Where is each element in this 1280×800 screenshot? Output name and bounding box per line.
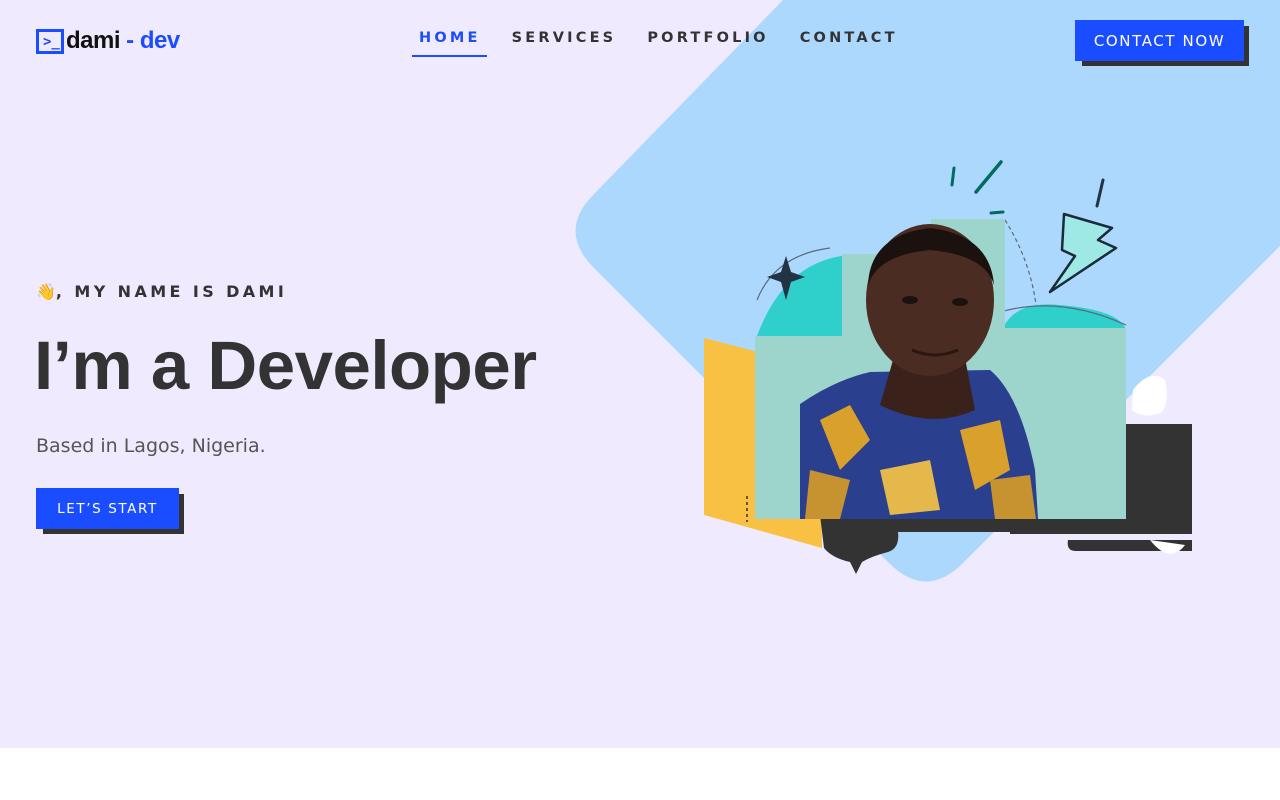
site-header: >_ dami - dev HOME SERVICES PORTFOLIO CO…: [0, 0, 1280, 82]
logo-name: dami: [66, 27, 121, 54]
waving-hand-icon: 👋: [36, 282, 56, 301]
terminal-icon: >_: [36, 28, 64, 54]
contact-now-button[interactable]: CONTACT NOW: [1075, 20, 1244, 61]
site-logo[interactable]: >_ dami - dev: [36, 26, 180, 56]
logo-suffix: - dev: [120, 27, 180, 54]
nav-item-services[interactable]: SERVICES: [505, 22, 623, 57]
nav-item-portfolio[interactable]: PORTFOLIO: [640, 22, 774, 57]
hero-location: Based in Lagos, Nigeria.: [36, 435, 266, 457]
hero-section: >_ dami - dev HOME SERVICES PORTFOLIO CO…: [0, 0, 1280, 748]
hero-headline: I’m a Developer: [34, 327, 537, 404]
greeting: 👋, MY NAME IS DAMI: [36, 282, 287, 301]
logo-text: dami - dev: [66, 27, 180, 55]
nav-item-home[interactable]: HOME: [412, 22, 487, 57]
main-nav: HOME SERVICES PORTFOLIO CONTACT: [412, 22, 922, 57]
developer-illustration: [704, 160, 1192, 574]
greeting-text: , MY NAME IS DAMI: [55, 282, 288, 301]
nav-item-contact[interactable]: CONTACT: [793, 22, 904, 57]
lets-start-button[interactable]: LET’S START: [36, 488, 179, 529]
